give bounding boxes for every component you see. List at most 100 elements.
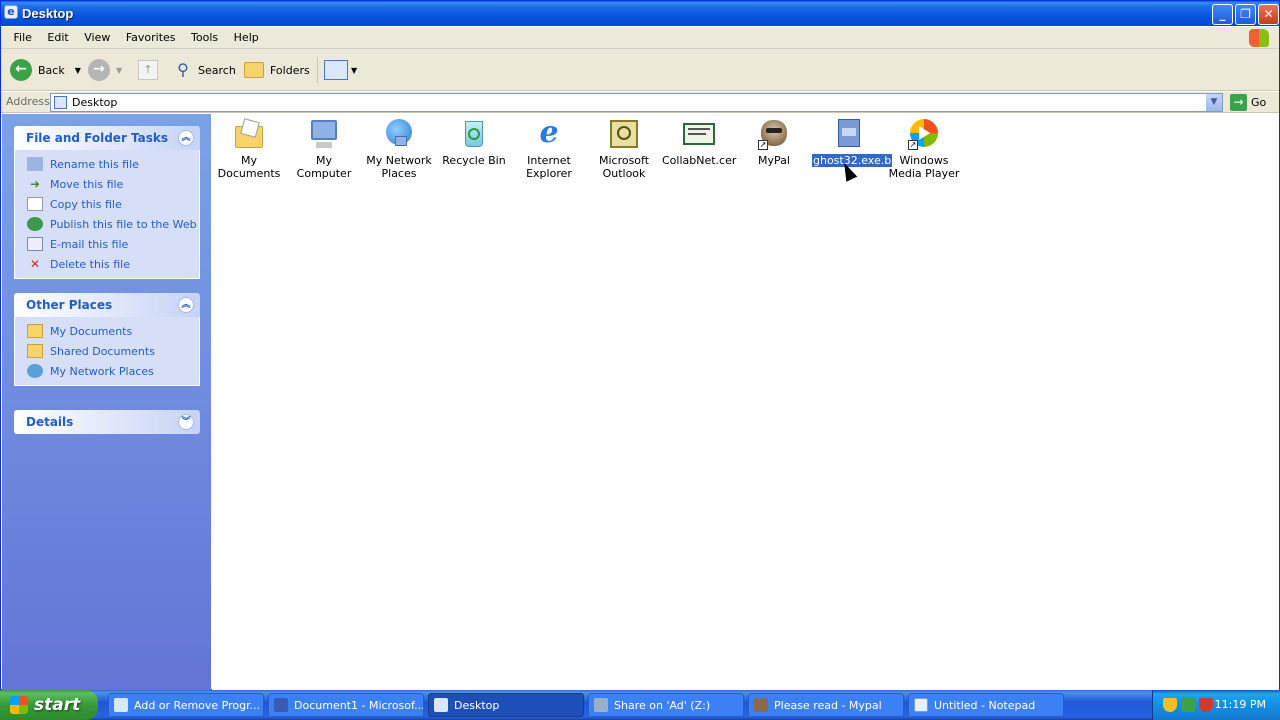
desktop-small-icon xyxy=(434,698,448,712)
search-button[interactable]: ⚲ Search xyxy=(172,57,236,83)
security-shield-icon[interactable] xyxy=(1163,698,1177,712)
move-icon: ➜ xyxy=(29,177,41,191)
internet-explorer-icon: e xyxy=(539,115,559,150)
taskbar-item-label: Share on 'Ad' (Z:) xyxy=(614,698,711,712)
forward-dropdown-icon: ▼ xyxy=(116,65,123,75)
network-drive-icon xyxy=(594,698,608,712)
desktop-item-internet-explorer[interactable]: e Internet Explorer xyxy=(512,115,586,181)
views-button[interactable]: ▼ xyxy=(324,57,357,83)
restore-button[interactable]: ❐ xyxy=(1235,4,1256,25)
panel-title: Details xyxy=(26,415,74,429)
title-bar[interactable]: e Desktop _ ❐ ✕ xyxy=(1,1,1279,26)
windows-logo-icon xyxy=(1249,29,1269,47)
folders-button[interactable]: Folders xyxy=(244,57,310,83)
desktop-item-my-documents[interactable]: My Documents xyxy=(212,118,286,180)
minimize-button[interactable]: _ xyxy=(1212,4,1233,25)
taskbar-item-notepad[interactable]: Untitled - Notepad xyxy=(908,693,1064,717)
views-icon xyxy=(324,60,348,80)
windows-flag-icon xyxy=(10,696,28,714)
taskbar-item-document1[interactable]: Document1 - Microsof... xyxy=(268,693,424,717)
back-button[interactable]: ← Back ▼ xyxy=(10,57,81,83)
task-delete[interactable]: ✕ Delete this file xyxy=(27,254,199,274)
taskbar-item-label: Desktop xyxy=(454,698,500,712)
place-shared-documents[interactable]: Shared Documents xyxy=(27,341,199,361)
shortcut-arrow-icon: ↗ xyxy=(758,140,768,150)
address-value: Desktop xyxy=(72,96,118,109)
other-places-header[interactable]: Other Places ︽ xyxy=(14,293,200,317)
taskbar-item-desktop[interactable]: Desktop xyxy=(428,693,584,717)
desktop-item-network-places[interactable]: My Network Places xyxy=(362,118,436,180)
panel-title: File and Folder Tasks xyxy=(26,131,169,145)
collapse-chevron-icon[interactable]: ︽ xyxy=(178,130,194,146)
desktop-item-outlook[interactable]: Microsoft Outlook xyxy=(587,118,661,180)
place-network[interactable]: My Network Places xyxy=(27,361,199,381)
menu-favorites[interactable]: Favorites xyxy=(120,27,182,48)
icon-label-line2: Outlook xyxy=(602,167,646,180)
expand-chevron-icon[interactable]: ︾ xyxy=(178,414,194,430)
details-header[interactable]: Details ︾ xyxy=(14,410,200,434)
search-icon: ⚲ xyxy=(177,60,189,79)
task-publish[interactable]: Publish this file to the Web xyxy=(27,214,199,234)
menu-view[interactable]: View xyxy=(78,27,116,48)
menu-tools[interactable]: Tools xyxy=(185,27,224,48)
file-folder-tasks-header[interactable]: File and Folder Tasks ︽ xyxy=(14,126,200,150)
task-move[interactable]: ➜ Move this file xyxy=(27,174,199,194)
mypal-icon: ↗ xyxy=(758,118,790,150)
icon-label-line2: Explorer xyxy=(526,167,572,180)
task-rename[interactable]: Rename this file xyxy=(27,154,199,174)
desktop-item-collabnet-cer[interactable]: CollabNet.cer xyxy=(662,118,736,167)
rename-icon xyxy=(27,157,43,171)
address-field[interactable]: Desktop ▼ xyxy=(50,93,1223,112)
clock[interactable]: 11:19 PM xyxy=(1215,698,1266,711)
go-button[interactable]: → Go xyxy=(1230,93,1266,112)
icon-label-line1: My Network xyxy=(366,154,432,167)
copy-icon xyxy=(27,197,43,211)
media-player-icon: ↗ xyxy=(908,118,940,150)
back-arrow-icon: ← xyxy=(10,59,32,81)
details-panel: Details ︾ xyxy=(14,410,200,434)
desktop-item-media-player[interactable]: ↗ Windows Media Player xyxy=(887,118,961,180)
notepad-icon xyxy=(914,698,928,712)
desktop-item-recycle-bin[interactable]: Recycle Bin xyxy=(437,118,511,167)
back-label: Back xyxy=(38,63,65,77)
close-button[interactable]: ✕ xyxy=(1258,4,1279,25)
panel-title: Other Places xyxy=(26,298,113,312)
place-label: My Network Places xyxy=(50,364,154,378)
task-copy[interactable]: Copy this file xyxy=(27,194,199,214)
desktop-icon: e xyxy=(4,5,18,19)
place-my-documents[interactable]: My Documents xyxy=(27,321,199,341)
desktop-item-my-computer[interactable]: My Computer xyxy=(287,118,361,180)
delete-icon: ✕ xyxy=(29,257,41,271)
mypal-small-icon xyxy=(754,698,768,712)
place-label: Shared Documents xyxy=(50,344,155,358)
taskbar-item-add-remove[interactable]: Add or Remove Progr... xyxy=(108,693,264,717)
address-dropdown-icon[interactable]: ▼ xyxy=(1206,94,1222,111)
network-tray-icon[interactable] xyxy=(1181,698,1195,712)
back-dropdown-icon[interactable]: ▼ xyxy=(75,66,81,75)
start-button[interactable]: start xyxy=(0,690,98,720)
alert-shield-icon[interactable] xyxy=(1199,698,1213,712)
recycle-bin-icon xyxy=(458,118,490,150)
explorer-window: e Desktop _ ❐ ✕ File Edit View Favorites… xyxy=(0,0,1280,690)
address-label: Address xyxy=(6,95,50,108)
menu-help[interactable]: Help xyxy=(228,27,265,48)
collapse-chevron-icon[interactable]: ︽ xyxy=(178,297,194,313)
forward-button[interactable]: → ▼ xyxy=(88,57,122,83)
task-email[interactable]: E-mail this file xyxy=(27,234,199,254)
icon-label-line1: Windows xyxy=(899,154,949,167)
desktop-item-mypal[interactable]: ↗ MyPal xyxy=(737,118,811,167)
toolbar: ← Back ▼ → ▼ ↑ ⚲ Search Folders ▼ xyxy=(1,49,1279,91)
search-label: Search xyxy=(198,63,236,77)
taskbar-item-label: Please read - Mypal xyxy=(774,698,882,712)
globe-icon xyxy=(27,217,43,231)
menu-file[interactable]: File xyxy=(8,27,38,48)
taskbar-item-share[interactable]: Share on 'Ad' (Z:) xyxy=(588,693,744,717)
go-arrow-icon: → xyxy=(1230,94,1247,111)
outlook-icon xyxy=(608,118,640,150)
up-folder-button[interactable]: ↑ xyxy=(138,57,158,83)
icon-label-line2: Media Player xyxy=(888,167,960,180)
taskbar-item-mypal[interactable]: Please read - Mypal xyxy=(748,693,904,717)
menu-edit[interactable]: Edit xyxy=(41,27,74,48)
task-label: Delete this file xyxy=(50,257,130,271)
desktop-folder-view[interactable]: My Documents My Computer My Network Plac… xyxy=(212,114,1279,690)
